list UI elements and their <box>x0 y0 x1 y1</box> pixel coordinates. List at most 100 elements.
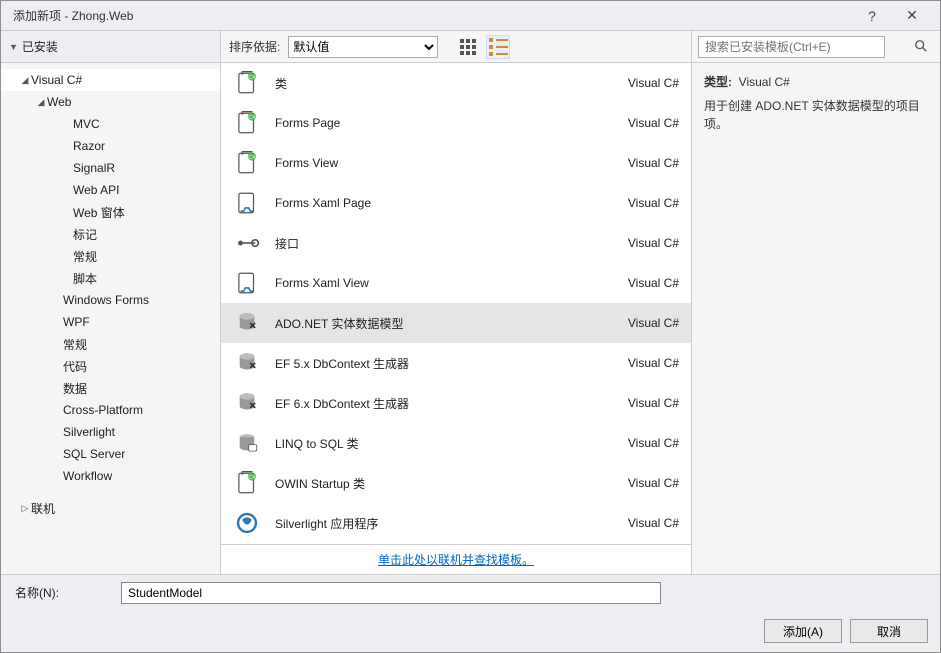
svg-text:C#: C# <box>248 475 256 481</box>
chevron-down-icon: ▼ <box>9 42 18 52</box>
template-row[interactable]: EF 6.x DbContext 生成器Visual C# <box>221 383 691 423</box>
template-label: LINQ to SQL 类 <box>275 435 620 452</box>
search-input[interactable] <box>698 36 885 58</box>
template-row[interactable]: C# OWIN Startup 类 Visual C# <box>221 463 691 503</box>
name-row: 名称(N): <box>1 574 940 610</box>
button-row: 添加(A) 取消 <box>1 610 940 652</box>
template-row[interactable]: C#类Visual C# <box>221 63 691 103</box>
ef-icon <box>233 349 261 377</box>
grid-icon <box>460 39 476 55</box>
sidebar-item[interactable]: 常规 <box>1 333 220 355</box>
detail-description: 用于创建 ADO.NET 实体数据模型的项目项。 <box>704 97 928 133</box>
sidebar-item-label: Visual C# <box>31 73 82 87</box>
main-area: ◢Visual C#◢WebMVCRazorSignalRWeb APIWeb … <box>1 63 940 574</box>
template-language: Visual C# <box>628 516 679 530</box>
template-row[interactable]: Forms Xaml ViewVisual C# <box>221 263 691 303</box>
help-icon: ? <box>868 8 876 24</box>
sidebar-item[interactable]: Silverlight <box>1 421 220 443</box>
sidebar-item[interactable]: ◢Visual C# <box>1 69 220 91</box>
xaml-icon <box>233 269 261 297</box>
chevron-down-icon: ◢ <box>35 97 47 108</box>
toolbar: ▼ 已安装 排序依据: 默认值 <box>1 31 940 63</box>
sidebar-item[interactable]: Web 窗体 <box>1 201 220 223</box>
forms-icon: C# <box>233 109 261 137</box>
svg-text:C#: C# <box>248 155 256 161</box>
sidebar-item[interactable]: SQL Server <box>1 443 220 465</box>
add-button[interactable]: 添加(A) <box>764 619 842 643</box>
view-grid-button[interactable] <box>456 35 480 59</box>
sidebar: ◢Visual C#◢WebMVCRazorSignalRWeb APIWeb … <box>1 63 221 574</box>
sidebar-item[interactable]: 标记 <box>1 223 220 245</box>
template-label: OWIN Startup 类 <box>275 475 620 492</box>
sort-dropdown[interactable]: 默认值 <box>288 36 438 58</box>
sidebar-item[interactable]: 脚本 <box>1 267 220 289</box>
sidebar-item[interactable]: 代码 <box>1 355 220 377</box>
search-icon[interactable] <box>914 39 928 56</box>
online-label: 联机 <box>31 500 55 517</box>
installed-label: 已安装 <box>22 38 58 55</box>
template-label: Forms Page <box>275 116 620 130</box>
template-language: Visual C# <box>628 236 679 250</box>
search-area <box>692 31 940 62</box>
sidebar-item-label: WPF <box>63 315 90 329</box>
sidebar-item-label: Web <box>47 95 71 109</box>
ef-icon <box>233 389 261 417</box>
online-templates-link[interactable]: 单击此处以联机并查找模板。 <box>378 551 534 568</box>
template-row[interactable]: Silverlight 应用程序Visual C# <box>221 503 691 543</box>
template-language: Visual C# <box>628 396 679 410</box>
template-row[interactable]: 接口 Visual C# <box>221 223 691 263</box>
sidebar-item[interactable]: Razor <box>1 135 220 157</box>
template-list[interactable]: C#类Visual C#C#Forms PageVisual C#C#Forms… <box>221 63 691 544</box>
list-icon <box>489 38 508 56</box>
center-toolbar: 排序依据: 默认值 <box>221 31 692 62</box>
sidebar-item-label: Web API <box>73 183 119 197</box>
template-language: Visual C# <box>628 316 679 330</box>
sidebar-item[interactable]: MVC <box>1 113 220 135</box>
template-row[interactable]: Forms Xaml PageVisual C# <box>221 183 691 223</box>
sidebar-item-label: 常规 <box>63 336 87 353</box>
template-label: 接口 <box>275 235 620 252</box>
template-language: Visual C# <box>628 476 679 490</box>
sidebar-item-label: 标记 <box>73 226 97 243</box>
close-icon: ✕ <box>906 7 918 24</box>
sidebar-item-label: Windows Forms <box>63 293 149 307</box>
sidebar-item[interactable]: Windows Forms <box>1 289 220 311</box>
chevron-down-icon: ◢ <box>19 75 31 86</box>
details-pane: 类型: Visual C# 用于创建 ADO.NET 实体数据模型的项目项。 <box>692 63 940 574</box>
template-row[interactable]: LINQ to SQL 类 Visual C# <box>221 423 691 463</box>
view-list-button[interactable] <box>486 35 510 59</box>
sidebar-item-label: Razor <box>73 139 105 153</box>
installed-header[interactable]: ▼ 已安装 <box>1 31 221 62</box>
sidebar-item-label: Cross-Platform <box>63 403 143 417</box>
sidebar-item[interactable]: Workflow <box>1 465 220 487</box>
sidebar-item[interactable]: 数据 <box>1 377 220 399</box>
name-input[interactable] <box>121 582 661 604</box>
online-section[interactable]: ▷ 联机 <box>1 497 220 519</box>
sidebar-item[interactable]: Web API <box>1 179 220 201</box>
linq-icon <box>233 429 261 457</box>
template-language: Visual C# <box>628 436 679 450</box>
close-button[interactable]: ✕ <box>892 2 932 30</box>
template-row[interactable]: ADO.NET 实体数据模型Visual C# <box>221 303 691 343</box>
sort-label: 排序依据: <box>229 38 280 55</box>
sidebar-item-label: 数据 <box>63 380 87 397</box>
help-button[interactable]: ? <box>852 2 892 30</box>
sidebar-item-label: Workflow <box>63 469 112 483</box>
sidebar-item[interactable]: Cross-Platform <box>1 399 220 421</box>
sidebar-item-label: SignalR <box>73 161 115 175</box>
sidebar-item[interactable]: ◢Web <box>1 91 220 113</box>
template-language: Visual C# <box>628 116 679 130</box>
sidebar-item[interactable]: WPF <box>1 311 220 333</box>
sidebar-item[interactable]: SignalR <box>1 157 220 179</box>
detail-type-row: 类型: Visual C# <box>704 73 928 91</box>
class-icon: C# <box>233 469 261 497</box>
template-row[interactable]: C#Forms ViewVisual C# <box>221 143 691 183</box>
template-label: Forms Xaml Page <box>275 196 620 210</box>
sidebar-item[interactable]: 常规 <box>1 245 220 267</box>
template-label: Forms View <box>275 156 620 170</box>
template-row[interactable]: EF 5.x DbContext 生成器Visual C# <box>221 343 691 383</box>
detail-type-label: 类型: <box>704 75 732 89</box>
cancel-button[interactable]: 取消 <box>850 619 928 643</box>
template-row[interactable]: C# Forms Page Visual C# <box>221 103 691 143</box>
template-label: 类 <box>275 75 620 92</box>
